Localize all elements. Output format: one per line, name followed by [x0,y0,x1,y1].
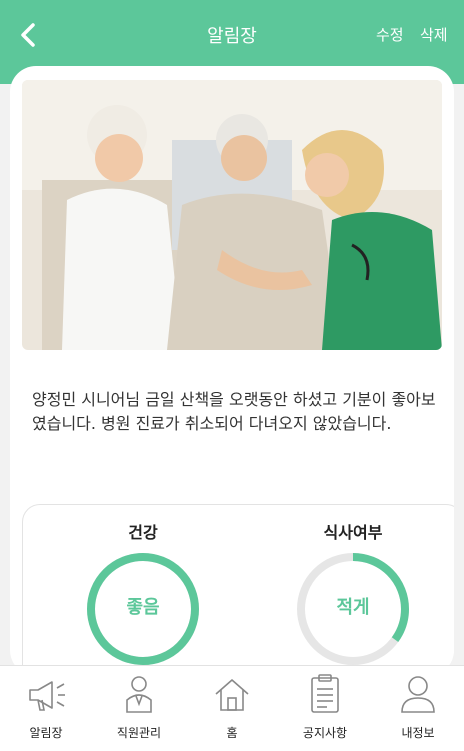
person-icon [401,676,435,713]
tab-my-info-label: 내정보 [401,726,435,740]
megaphone-icon [29,681,65,711]
tab-notice[interactable]: 알림장 [0,666,92,751]
notice-card: 양정민 시니어님 금일 산책을 오랫동안 하셨고 기분이 좋아보였습니다. 병원… [10,66,454,676]
health-value: 좋음 [126,597,160,618]
clipboard-icon [311,674,339,713]
bottom-tab-bar: 알림장 직원관리 홈 공지사항 내정보 [0,665,464,751]
staff-icon [126,676,152,713]
tab-announcements[interactable]: 공지사항 [279,666,371,751]
tab-home[interactable]: 홈 [186,666,278,751]
meal-ring: 적게 [293,549,413,669]
status-panel: 건강 좋음 식사여부 적게 [22,504,454,676]
tab-staff-label: 직원관리 [116,726,162,740]
edit-button[interactable]: 수정 [376,24,404,45]
tab-notice-label: 알림장 [29,726,63,740]
meal-label: 식사여부 [323,523,383,542]
meal-value: 적게 [336,597,370,618]
tab-my-info[interactable]: 내정보 [372,666,464,751]
delete-button[interactable]: 삭제 [420,24,448,45]
home-icon [215,679,249,711]
post-text: 양정민 시니어님 금일 산책을 오랫동안 하셨고 기분이 좋아보였습니다. 병원… [32,390,436,433]
health-ring: 좋음 [83,549,203,669]
tab-home-label: 홈 [226,726,238,740]
post-photo [22,80,442,350]
health-label: 건강 [128,523,158,542]
tab-staff[interactable]: 직원관리 [93,666,185,751]
tab-announcements-label: 공지사항 [302,726,348,740]
